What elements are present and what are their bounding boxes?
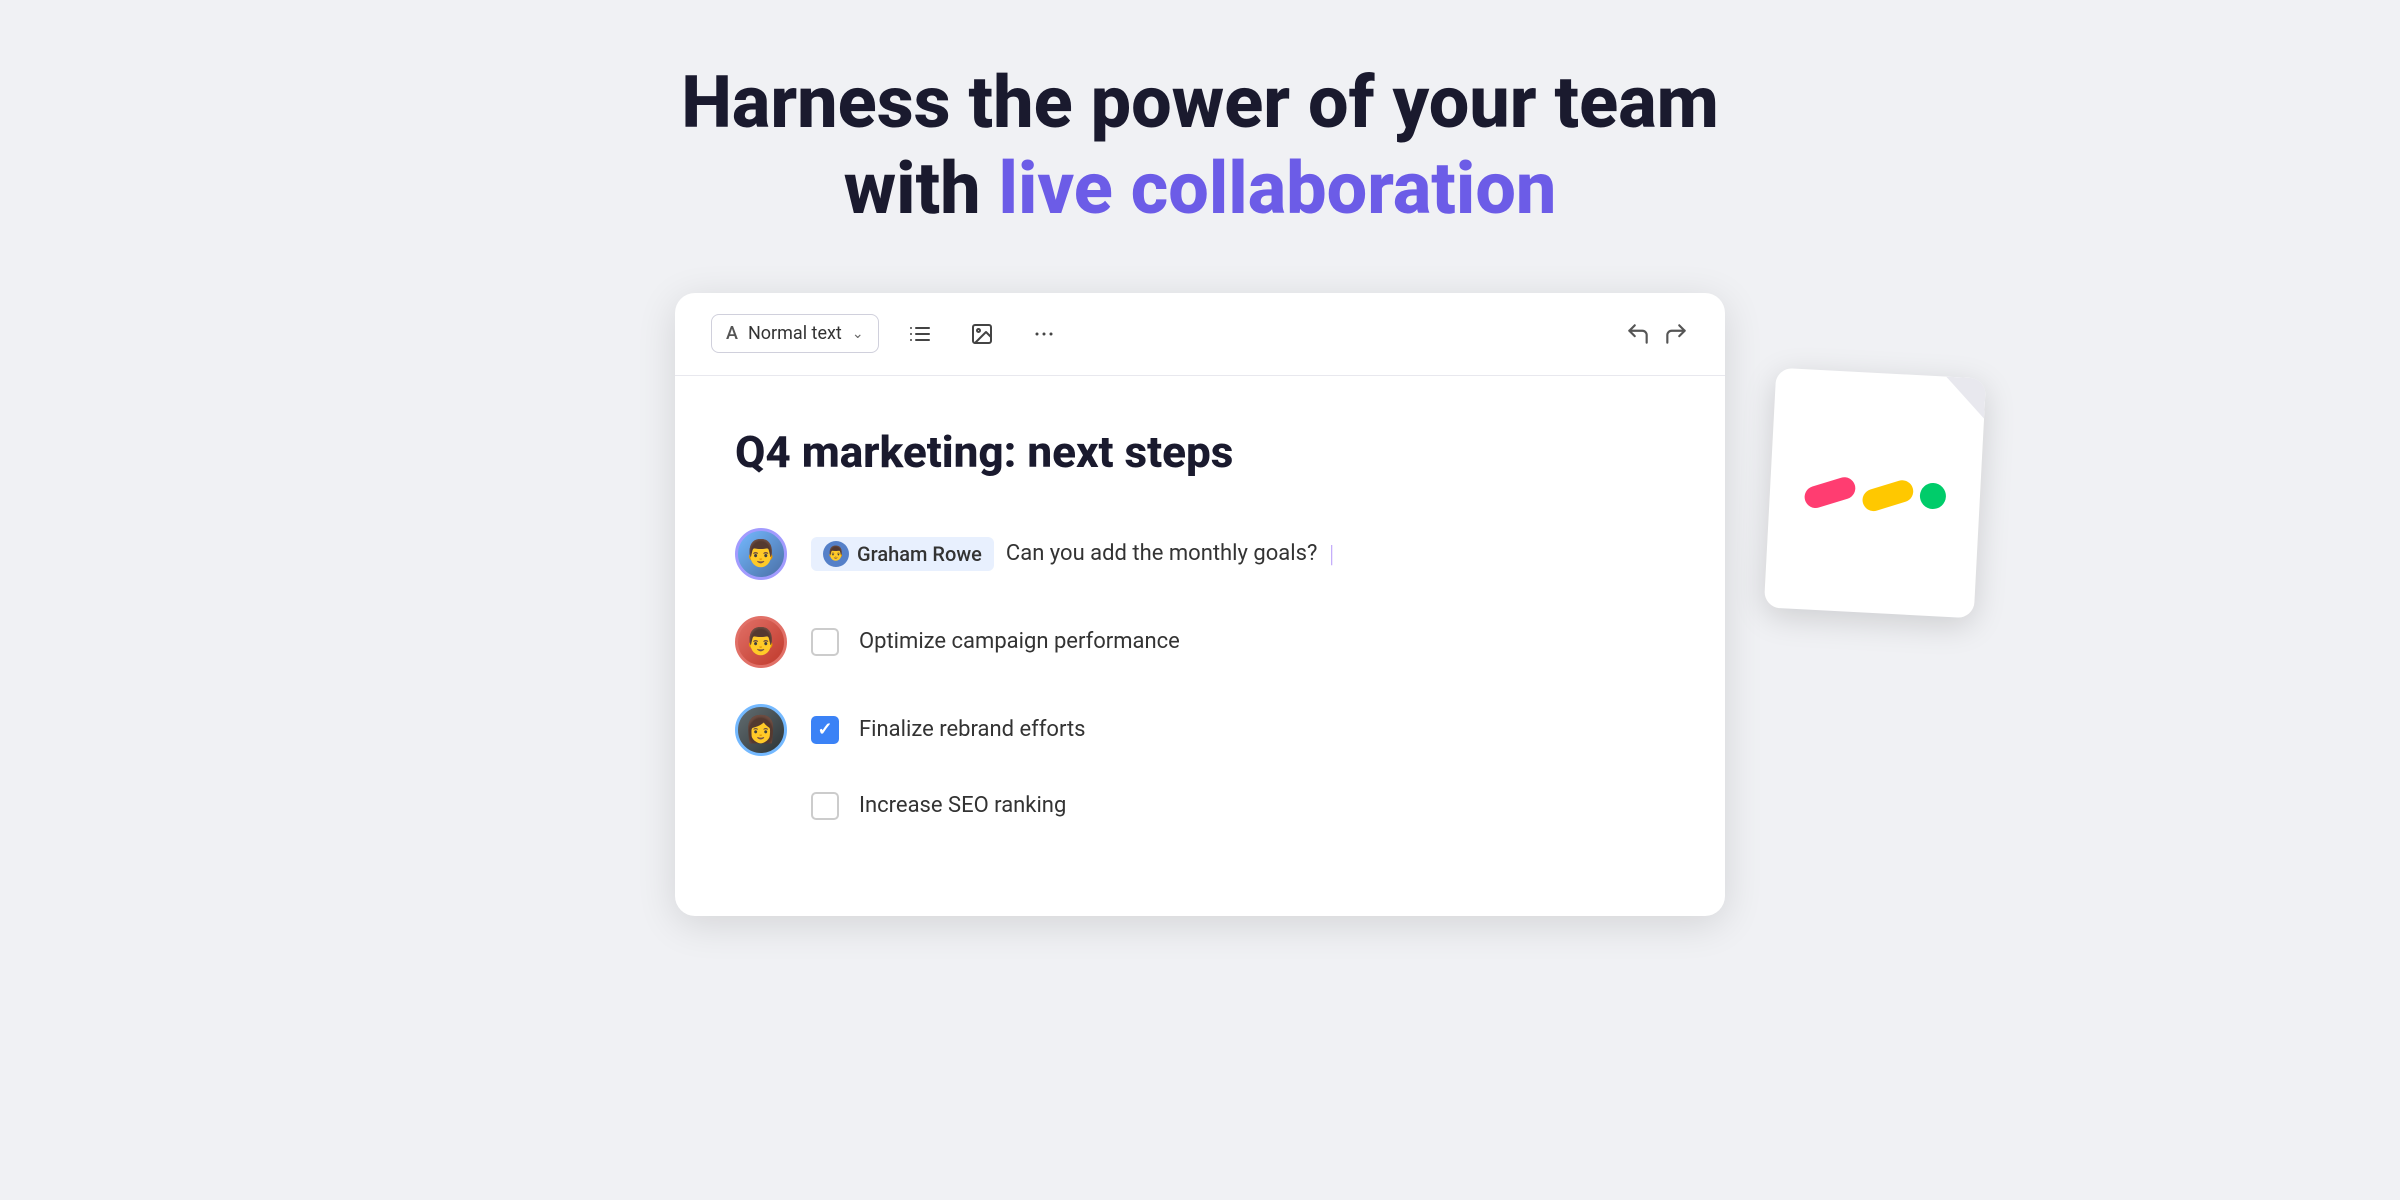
logo-green-dot [1919, 482, 1946, 509]
undo-button[interactable] [1625, 321, 1651, 347]
checklist-text-3: Increase SEO ranking [859, 793, 1066, 818]
redo-button[interactable] [1663, 321, 1689, 347]
chevron-down-icon: ⌄ [852, 326, 864, 342]
more-options-icon[interactable] [1023, 313, 1065, 355]
text-cursor: | [1329, 542, 1334, 566]
checkbox-checked-2[interactable] [811, 716, 839, 744]
checklist-item-1: Optimize campaign performance [811, 628, 1180, 656]
mention-name: Graham Rowe [857, 542, 982, 566]
avatar-user1: 👨 [735, 528, 787, 580]
floating-doc-icon [1764, 367, 1986, 618]
checklist-row-2: 👩 Finalize rebrand efforts [735, 704, 1665, 756]
text-style-label: Normal text [748, 323, 842, 344]
text-style-dropdown[interactable]: A Normal text ⌄ [711, 314, 879, 353]
checklist-item-3: Increase SEO ranking [811, 792, 1066, 820]
checklist-row-1: 👨 Optimize campaign performance [735, 616, 1665, 668]
avatar-user3: 👩 [735, 704, 787, 756]
headline-line2-prefix: with [844, 146, 999, 231]
checkbox-unchecked-3[interactable] [811, 792, 839, 820]
headline: Harness the power of your team with live… [681, 60, 1719, 233]
undo-redo-group [1625, 321, 1689, 347]
monday-logo [1803, 476, 1946, 509]
checklist-item-2: Finalize rebrand efforts [811, 716, 1086, 744]
headline-highlight: live collaboration [999, 146, 1557, 231]
comment-text: Can you add the monthly goals? [1006, 541, 1317, 566]
checklist-row-3: Increase SEO ranking [735, 792, 1665, 820]
editor-body: Q4 marketing: next steps 👨 👨 Graham Rowe… [675, 376, 1725, 916]
comment-line: 👨 Graham Rowe Can you add the monthly go… [811, 537, 1334, 571]
image-icon[interactable] [961, 313, 1003, 355]
mention-mini-avatar: 👨 [823, 541, 849, 567]
editor-card: A Normal text ⌄ [675, 293, 1725, 916]
text-style-prefix: A [726, 323, 738, 344]
logo-yellow-pill [1860, 477, 1916, 513]
toolbar: A Normal text ⌄ [675, 293, 1725, 376]
list-icon[interactable] [899, 313, 941, 355]
headline-line1: Harness the power of your team [681, 60, 1719, 145]
main-content: A Normal text ⌄ [500, 293, 1900, 916]
checkbox-unchecked-1[interactable] [811, 628, 839, 656]
avatar-user2: 👨 [735, 616, 787, 668]
checklist-text-2: Finalize rebrand efforts [859, 717, 1086, 742]
mention-chip: 👨 Graham Rowe [811, 537, 994, 571]
document-title: Q4 marketing: next steps [735, 426, 1665, 478]
collab-row-1: 👨 👨 Graham Rowe Can you add the monthly … [735, 528, 1665, 580]
checklist-text-1: Optimize campaign performance [859, 629, 1180, 654]
logo-red-pill [1802, 474, 1858, 510]
